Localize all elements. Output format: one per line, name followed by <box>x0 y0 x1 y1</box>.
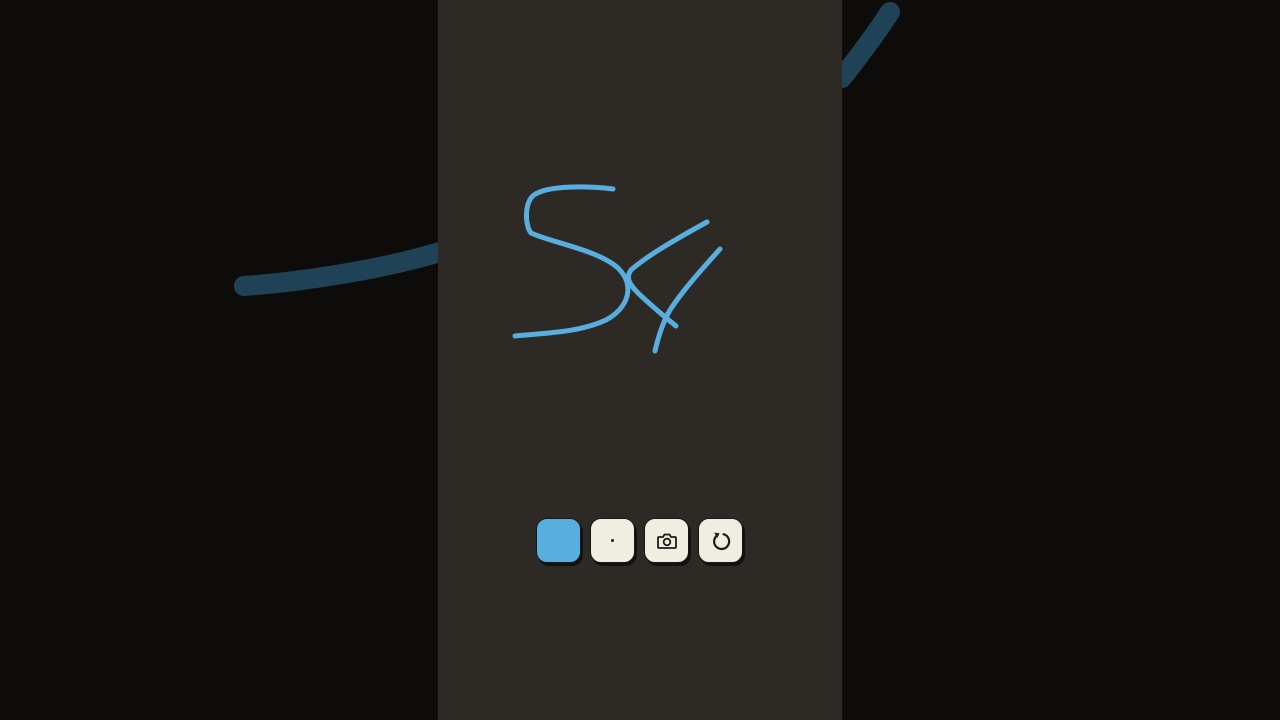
dot-icon <box>611 539 614 542</box>
blurred-stroke-right <box>832 2 900 88</box>
stroke-four-vertical <box>652 246 723 354</box>
camera-icon <box>656 533 677 549</box>
undo-button[interactable] <box>698 518 743 563</box>
stroke-letter-s <box>512 184 631 339</box>
drawing-toolbar <box>536 518 743 563</box>
color-picker-button[interactable] <box>536 518 581 563</box>
handwriting-strokes <box>512 184 723 354</box>
camera-button[interactable] <box>644 518 689 563</box>
blurred-stroke-left <box>234 242 450 296</box>
undo-icon <box>712 532 730 550</box>
drawing-canvas[interactable] <box>438 0 842 720</box>
video-frame <box>0 0 1280 720</box>
brush-size-button[interactable] <box>590 518 635 563</box>
